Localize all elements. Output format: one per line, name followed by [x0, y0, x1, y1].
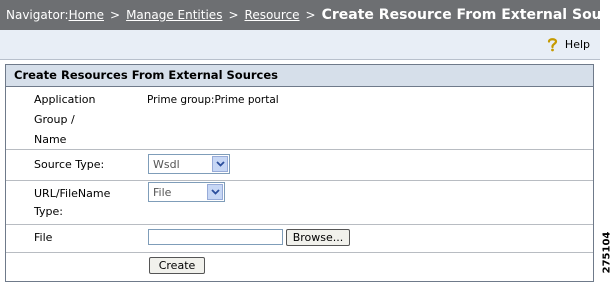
figure-id-text: 275104 [601, 231, 613, 273]
breadcrumb-separator: > [110, 8, 121, 22]
application-row: Application Group / Name Prime group:Pri… [6, 87, 593, 150]
application-label-line2: Group / [34, 113, 75, 126]
source-type-value: Wsdl [153, 157, 180, 171]
application-label-line1: Application [34, 93, 96, 106]
source-type-select[interactable]: Wsdl [148, 154, 230, 174]
url-filename-label-line2: Type: [34, 205, 63, 218]
create-resources-panel: Create Resources From External Sources A… [5, 64, 594, 282]
url-filename-label-line1: URL/FileName [34, 187, 111, 200]
help-bar: Help [0, 30, 600, 60]
panel-title: Create Resources From External Sources [6, 65, 593, 87]
page-title: Create Resource From External Sources [321, 7, 614, 23]
file-label: File [34, 231, 53, 244]
breadcrumb-separator: > [305, 8, 316, 22]
breadcrumb-separator: > [228, 8, 239, 22]
file-input[interactable] [148, 229, 283, 245]
create-button[interactable]: Create [149, 257, 205, 274]
chevron-down-icon [212, 156, 228, 172]
file-row: File Browse... [6, 225, 593, 253]
help-question-icon [546, 37, 559, 52]
breadcrumb-home-link[interactable]: Home [69, 8, 104, 22]
source-type-row: Source Type: Wsdl [6, 150, 593, 181]
application-value: Prime group:Prime portal [147, 94, 279, 106]
breadcrumb-manage-entities-link[interactable]: Manage Entities [126, 8, 222, 22]
application-label-line3: Name [34, 133, 67, 146]
help-label: Help [564, 38, 590, 51]
navigator-bar: Navigator: Home > Manage Entities > Reso… [0, 0, 614, 30]
help-link[interactable]: Help [546, 37, 590, 52]
breadcrumb-resource-link[interactable]: Resource [245, 8, 300, 22]
figure-id: 275104 [600, 222, 614, 282]
url-filename-type-select[interactable]: File [148, 182, 225, 202]
url-filename-type-row: URL/FileName Type: File [6, 181, 593, 225]
browse-button[interactable]: Browse... [286, 229, 350, 246]
chevron-down-icon [207, 184, 223, 200]
navigator-prefix: Navigator: [6, 8, 69, 22]
source-type-label: Source Type: [34, 158, 105, 171]
url-filename-type-value: File [153, 185, 172, 199]
